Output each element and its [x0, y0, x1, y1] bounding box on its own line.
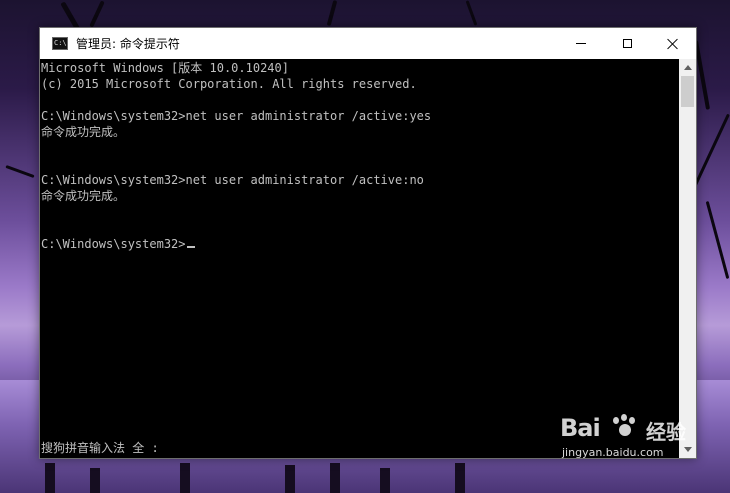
title-bar[interactable]: C:\ 管理员: 命令提示符 [40, 28, 696, 59]
tree-branch [465, 0, 478, 26]
console-line: C:\Windows\system32>net user administrat… [41, 109, 432, 123]
tree-branch [326, 0, 338, 27]
pier-post [455, 463, 465, 493]
maximize-button[interactable] [604, 28, 650, 59]
console-line: 命令成功完成。 [41, 189, 126, 203]
watermark-logo-suffix: 经验 [646, 420, 686, 444]
console-line: (c) 2015 Microsoft Corporation. All righ… [41, 77, 417, 91]
watermark-logo-text: Bai [560, 414, 601, 442]
pier-post [90, 468, 100, 493]
pier-post [180, 463, 190, 493]
text-cursor [186, 246, 195, 248]
minimize-button[interactable] [558, 28, 604, 59]
pier-post [45, 463, 55, 493]
console-icon[interactable]: C:\ [52, 37, 68, 50]
paw-icon [610, 414, 636, 438]
console-line: C:\Windows\system32>net user administrat… [41, 173, 424, 187]
close-button[interactable] [650, 28, 696, 59]
tree-branch [705, 200, 730, 280]
pier-post [330, 463, 340, 493]
console-line: 命令成功完成。 [41, 125, 126, 139]
arrow-up-icon [683, 65, 692, 70]
close-icon [667, 38, 679, 50]
command-prompt-window[interactable]: C:\ 管理员: 命令提示符 Microsoft Windows [版本 10.… [39, 27, 697, 459]
window-title: 管理员: 命令提示符 [76, 37, 180, 51]
pier-post [380, 468, 390, 493]
maximize-icon [622, 39, 632, 48]
pier-post [285, 465, 295, 493]
console-line: Microsoft Windows [版本 10.0.10240] [41, 61, 289, 75]
baidu-jingyan-watermark: Bai 经验 jingyan.baidu.com [560, 410, 725, 460]
ime-status-line: 搜狗拼音输入法 全 : [41, 441, 159, 455]
scrollbar-thumb[interactable] [681, 76, 694, 107]
prompt-text: C:\Windows\system32> [41, 237, 186, 251]
scroll-up-button[interactable] [679, 59, 696, 76]
prompt-line[interactable]: C:\Windows\system32> [41, 236, 195, 252]
tree-branch [89, 0, 105, 28]
tree-branch [5, 164, 35, 179]
vertical-scrollbar[interactable] [679, 59, 696, 458]
watermark-url: jingyan.baidu.com [562, 446, 664, 459]
minimize-icon [576, 43, 586, 44]
console-output[interactable]: Microsoft Windows [版本 10.0.10240] (c) 20… [40, 59, 680, 458]
